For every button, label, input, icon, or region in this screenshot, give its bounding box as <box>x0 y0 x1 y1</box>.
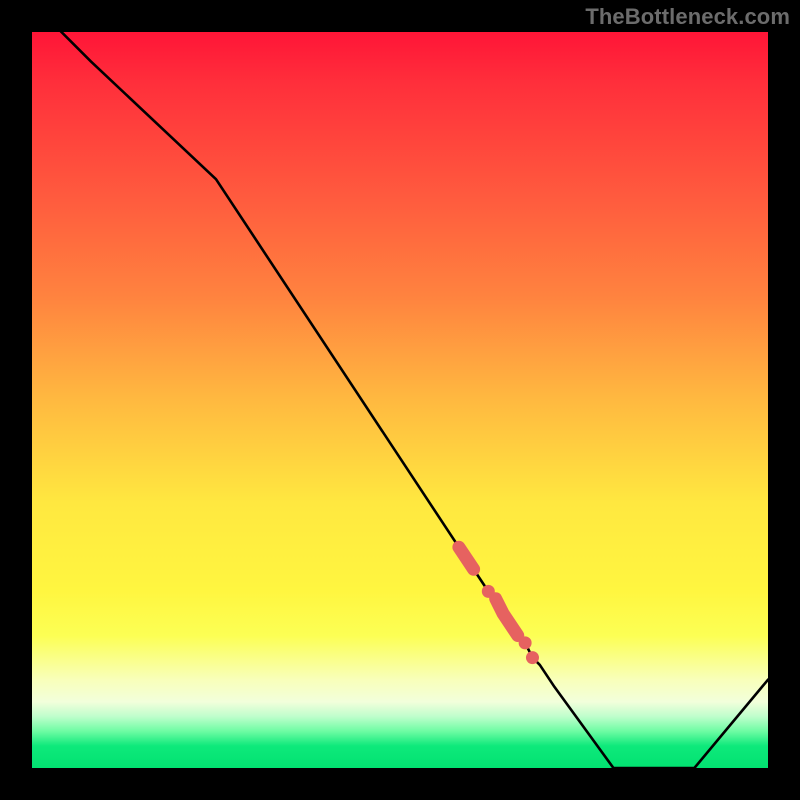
plot-area <box>32 32 768 768</box>
watermark-text: TheBottleneck.com <box>585 4 790 30</box>
highlight-segment <box>459 547 474 569</box>
highlight-segment <box>496 599 518 636</box>
highlight-dot <box>526 651 539 664</box>
highlight-dot <box>519 636 532 649</box>
highlight-dot <box>482 585 495 598</box>
chart-stage: TheBottleneck.com <box>0 0 800 800</box>
chart-svg <box>32 32 768 768</box>
bottleneck-curve <box>32 32 768 768</box>
